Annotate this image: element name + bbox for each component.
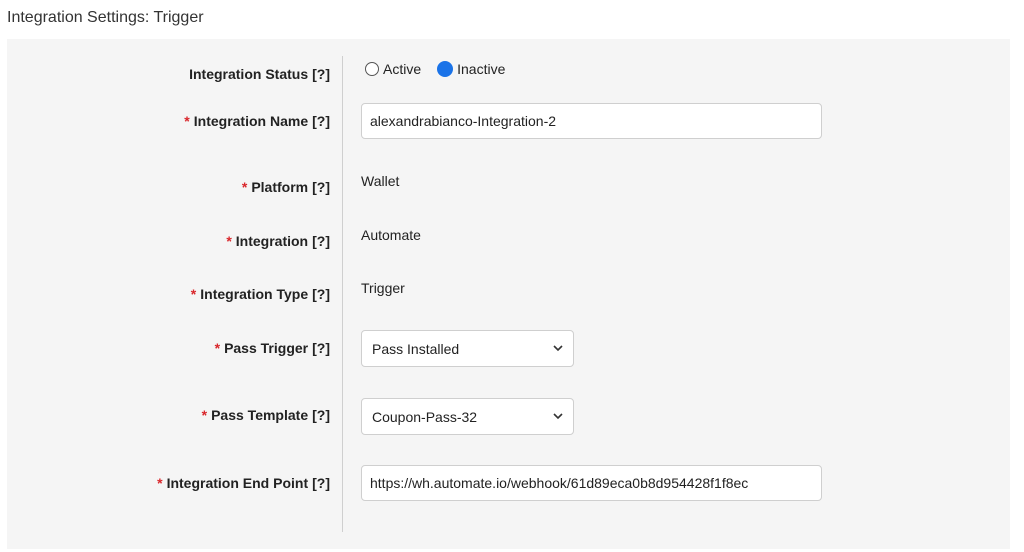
platform-label: * Platform [?] xyxy=(241,179,330,195)
radio-inactive[interactable] xyxy=(437,61,454,77)
help-link[interactable]: [?] xyxy=(312,233,330,249)
integration-label: * Integration [?] xyxy=(226,233,330,249)
required-marker: * xyxy=(184,113,190,129)
pass-template-select[interactable]: Coupon-Pass-32 xyxy=(361,398,574,435)
integration-name-input[interactable]: alexandrabianco-Integration-2 xyxy=(361,103,822,139)
integration-value: Automate xyxy=(361,227,421,243)
required-marker: * xyxy=(226,233,232,249)
help-link[interactable]: [?] xyxy=(312,340,330,356)
integration-end-point-label: * Integration End Point [?] xyxy=(157,475,330,491)
radio-active-label[interactable]: Active xyxy=(383,61,421,77)
chevron-down-icon xyxy=(553,343,563,355)
help-link[interactable]: [?] xyxy=(312,286,330,302)
integration-type-value: Trigger xyxy=(361,280,405,296)
chevron-down-icon xyxy=(553,411,563,423)
pass-trigger-select[interactable]: Pass Installed xyxy=(361,330,574,367)
integration-type-label: * Integration Type [?] xyxy=(190,286,330,302)
required-marker: * xyxy=(214,340,221,356)
column-divider xyxy=(342,56,343,532)
help-link[interactable]: [?] xyxy=(312,407,330,423)
integration-status-label: Integration Status [?] xyxy=(189,66,330,82)
integration-name-label: * Integration Name [?] xyxy=(184,113,330,129)
required-marker: * xyxy=(190,286,197,302)
radio-active[interactable] xyxy=(365,62,379,76)
pass-trigger-selected-value: Pass Installed xyxy=(372,340,460,357)
required-marker: * xyxy=(201,407,208,423)
platform-value: Wallet xyxy=(361,173,400,189)
help-link[interactable]: [?] xyxy=(312,113,330,129)
required-marker: * xyxy=(157,475,163,491)
pass-template-selected-value: Coupon-Pass-32 xyxy=(372,408,478,425)
integration-status-radio-group: Active Inactive xyxy=(365,61,521,77)
section-title: Integration Settings: Trigger xyxy=(7,9,204,26)
help-link[interactable]: [?] xyxy=(312,179,330,195)
help-link[interactable]: [?] xyxy=(312,475,330,491)
radio-inactive-label[interactable]: Inactive xyxy=(457,61,505,77)
help-link[interactable]: [?] xyxy=(312,66,330,82)
pass-trigger-label: * Pass Trigger [?] xyxy=(214,340,330,356)
pass-template-label: * Pass Template [?] xyxy=(201,407,330,423)
required-marker: * xyxy=(241,179,248,195)
integration-end-point-input[interactable]: https://wh.automate.io/webhook/61d89eca0… xyxy=(361,465,822,501)
